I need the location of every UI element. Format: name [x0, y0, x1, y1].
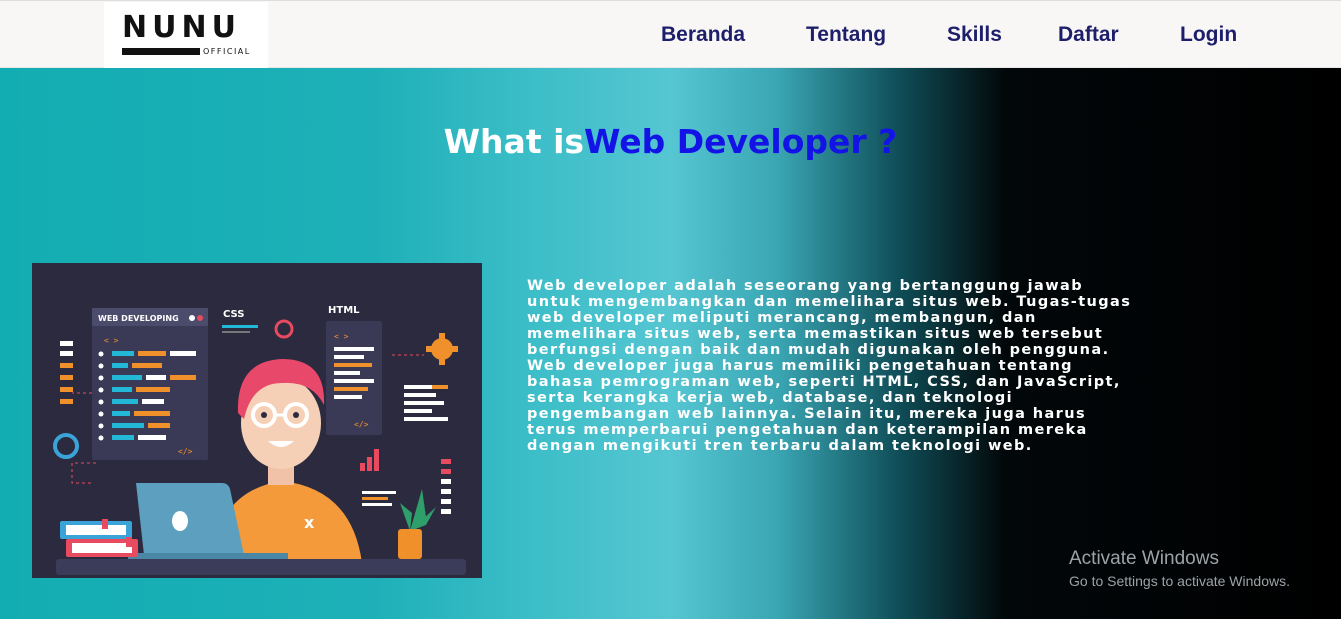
title-prefix: What is — [443, 122, 585, 161]
logo[interactable]: NUNU OFFICIAL — [104, 2, 268, 70]
nav-link-daftar[interactable]: Daftar — [1058, 23, 1119, 47]
web-developing-panel: WEB DEVELOPING < > </> — [92, 308, 208, 460]
page-title: What isWeb Developer ? — [0, 122, 1341, 161]
description-text: Web developer adalah seseorang yang bert… — [527, 277, 1132, 454]
panel-tag-close: </> — [178, 447, 193, 456]
logo-text: NUNU — [122, 10, 241, 45]
html-tag-close: </> — [354, 420, 369, 429]
logo-subtext: OFFICIAL — [203, 47, 251, 56]
activate-windows-watermark: Activate Windows Go to Settings to activ… — [1069, 548, 1290, 589]
hero-section: What isWeb Developer ? WEB DEVELOPING < … — [0, 68, 1341, 619]
watermark-subtitle: Go to Settings to activate Windows. — [1069, 573, 1290, 589]
title-highlight: Web Developer ? — [584, 122, 898, 161]
desk — [56, 559, 466, 575]
html-label: HTML — [328, 305, 360, 316]
nav-link-beranda[interactable]: Beranda — [661, 23, 745, 47]
web-developer-illustration: WEB DEVELOPING < > </> CSS HTML < > </> … — [32, 263, 482, 578]
svg-text:x: x — [304, 513, 315, 532]
panel-tag-open: < > — [104, 336, 119, 345]
nav-link-login[interactable]: Login — [1180, 23, 1237, 47]
html-tag-open: < > — [334, 332, 349, 341]
logo-underline — [122, 48, 200, 55]
html-panel: < > </> — [326, 321, 382, 435]
books-stack — [60, 519, 138, 557]
watermark-title: Activate Windows — [1069, 548, 1219, 569]
css-label: CSS — [223, 309, 244, 320]
navbar: NUNU OFFICIAL Beranda Tentang Skills Daf… — [0, 0, 1341, 70]
nav-link-skills[interactable]: Skills — [947, 23, 1002, 47]
panel-title: WEB DEVELOPING — [98, 314, 179, 323]
nav-link-tentang[interactable]: Tentang — [806, 23, 886, 47]
